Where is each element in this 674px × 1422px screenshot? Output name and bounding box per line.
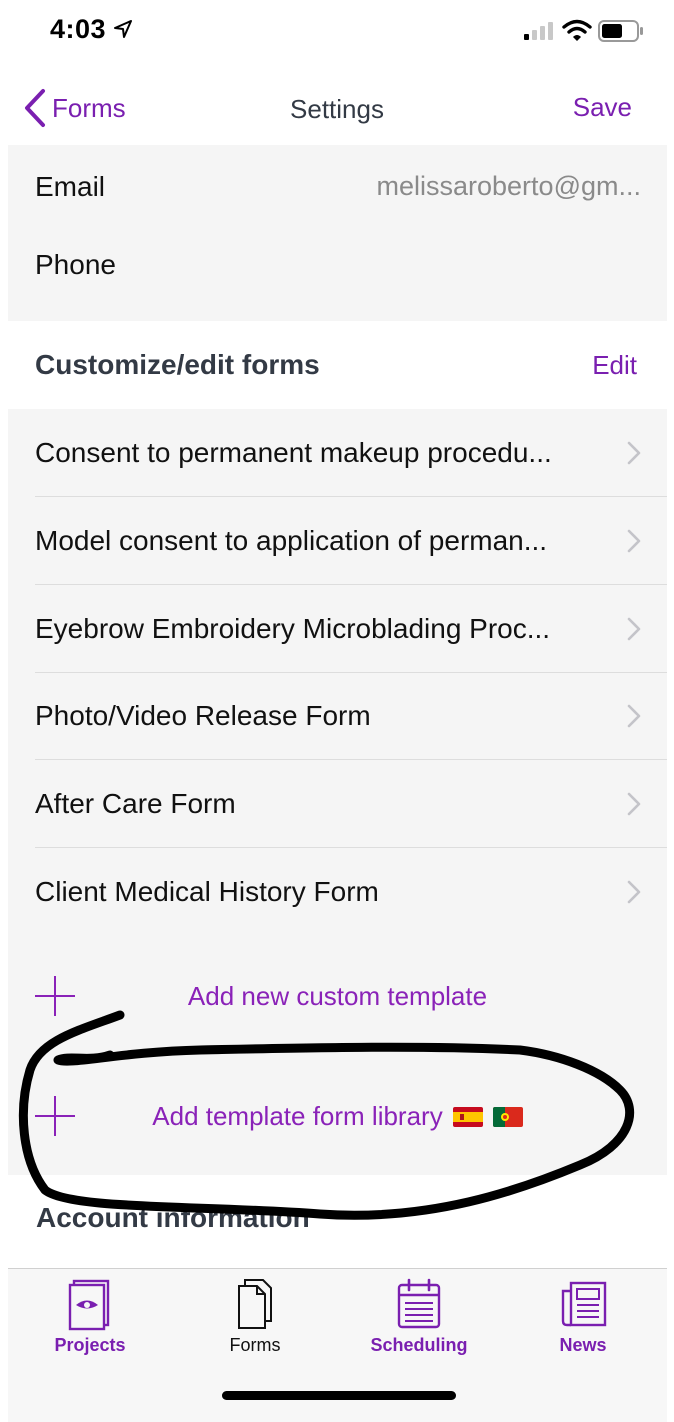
chevron-right-icon [627,617,641,641]
customize-forms-title: Customize/edit forms [35,349,320,380]
tab-label: Forms [229,1335,281,1355]
customize-forms-header: Customize/edit forms Edit [8,325,667,409]
form-name: Client Medical History Form [35,876,379,907]
save-button[interactable]: Save [573,92,632,123]
form-name: Model consent to application of perman..… [35,525,548,556]
form-name: After Care Form [35,788,236,819]
chevron-right-icon [627,792,641,816]
list-item[interactable]: Client Medical History Form [8,848,667,936]
projects-eye-icon [68,1279,110,1331]
home-indicator[interactable] [222,1391,456,1400]
add-template-library-text: Add template form library [8,1101,667,1132]
email-label: Email [35,171,106,202]
status-bar: 4:03 [0,0,674,62]
account-information-title: Account information [36,1202,310,1233]
chevron-right-icon [627,529,641,553]
tab-forms[interactable]: Forms [195,1277,315,1363]
calendar-icon [397,1278,441,1329]
portugal-flag-icon [492,1107,523,1127]
form-name: Eyebrow Embroidery Microblading Proc... [35,613,551,644]
list-item[interactable]: Model consent to application of perman..… [8,497,667,585]
tab-news[interactable]: News [523,1277,643,1363]
cellular-signal-icon [524,22,553,40]
list-item[interactable]: Photo/Video Release Form [8,672,667,760]
spain-flag-icon [452,1107,483,1127]
list-item[interactable]: After Care Form [8,760,667,848]
status-time: 4:03 [50,14,107,44]
add-template-library-button[interactable]: Add template form library [8,1085,667,1145]
form-name: Consent to permanent makeup procedu... [35,437,552,468]
tab-label: News [559,1335,607,1355]
add-template-library-label: Add template form library [152,1101,443,1131]
chevron-right-icon [627,441,641,465]
wifi-icon [562,19,592,41]
chevron-right-icon [627,880,641,904]
add-custom-template-button[interactable]: Add new custom template [8,965,667,1025]
location-arrow-icon [114,20,132,38]
battery-icon [598,20,643,42]
form-name: Photo/Video Release Form [35,700,371,731]
navigation-bar: Forms Settings Save [0,70,674,144]
tab-label: Scheduling [370,1335,468,1355]
list-item[interactable]: Eyebrow Embroidery Microblading Proc... [8,585,667,673]
phone-label: Phone [35,249,116,280]
newspaper-icon [561,1281,607,1327]
tab-scheduling[interactable]: Scheduling [359,1277,479,1363]
chevron-right-icon [627,704,641,728]
email-value: melissaroberto@gm... [376,171,642,201]
forms-list: Consent to permanent makeup procedu... M… [8,409,667,1175]
email-row[interactable]: Email melissaroberto@gm... [8,149,667,225]
phone-row[interactable]: Phone [8,227,667,303]
contact-section: Email melissaroberto@gm... Phone [8,145,667,321]
add-custom-template-label: Add new custom template [187,981,488,1011]
list-item[interactable]: Consent to permanent makeup procedu... [8,409,667,497]
tab-label: Projects [54,1335,126,1355]
forms-documents-icon [238,1279,272,1329]
tab-projects[interactable]: Projects [30,1277,150,1363]
edit-button[interactable]: Edit [592,350,637,381]
